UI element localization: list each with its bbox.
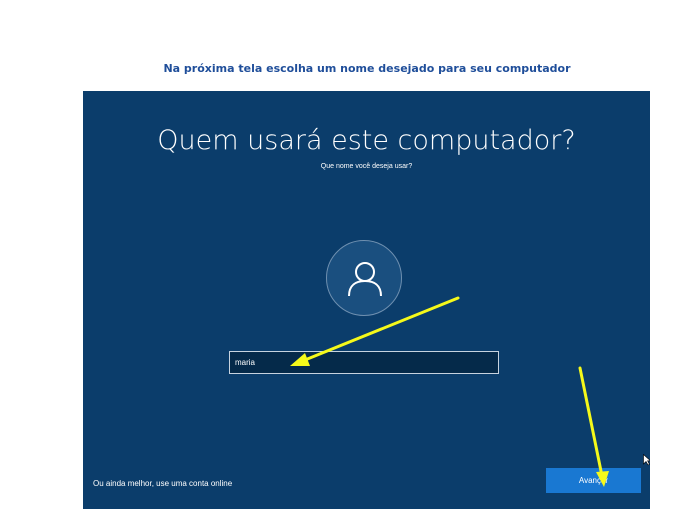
avatar bbox=[326, 240, 402, 316]
mouse-cursor-icon bbox=[643, 454, 650, 466]
page-title: Quem usará este computador? bbox=[157, 125, 576, 156]
instruction-caption: Na próxima tela escolha um nome desejado… bbox=[163, 62, 571, 75]
setup-screen: Quem usará este computador? Que nome voc… bbox=[83, 91, 650, 509]
page-subtitle: Que nome você deseja usar? bbox=[320, 163, 413, 170]
computer-name-input[interactable] bbox=[229, 351, 499, 374]
online-account-link[interactable]: Ou ainda melhor, use uma conta online bbox=[93, 479, 232, 488]
next-button[interactable]: Avançar bbox=[546, 468, 641, 493]
page: Na próxima tela escolha um nome desejado… bbox=[0, 0, 694, 519]
person-icon bbox=[348, 262, 382, 297]
